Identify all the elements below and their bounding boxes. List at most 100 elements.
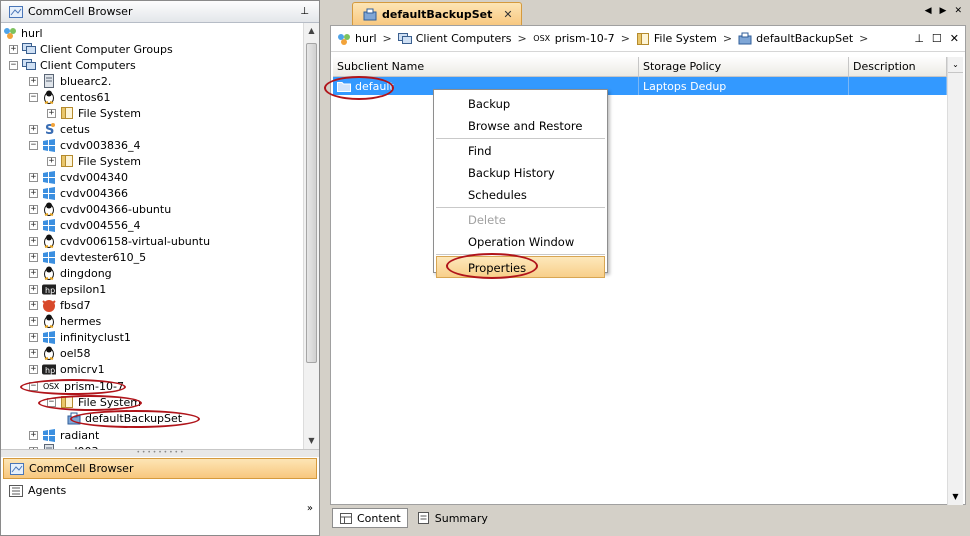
breadcrumb-item[interactable]: Client Computers: [416, 32, 512, 45]
expand-icon[interactable]: +: [47, 108, 56, 118]
tree-item[interactable]: + cvdv004340: [29, 169, 128, 185]
tree-item[interactable]: + cvdv004366-ubuntu: [29, 201, 171, 217]
menu-item-browse-and-restore[interactable]: Browse and Restore: [434, 115, 607, 137]
column-header-subclient[interactable]: Subclient Name: [333, 57, 639, 76]
tree-item[interactable]: + radiant: [29, 427, 99, 443]
menu-item-schedules[interactable]: Schedules: [434, 184, 607, 206]
expand-icon[interactable]: +: [29, 252, 38, 262]
nav-agents[interactable]: Agents: [3, 480, 317, 501]
menu-item-backup-history[interactable]: Backup History: [434, 162, 607, 184]
pin-icon[interactable]: ⊥: [300, 6, 309, 17]
chevron-down-icon[interactable]: ⌄: [948, 57, 963, 73]
tab-next-icon[interactable]: ▶: [940, 6, 947, 16]
column-header-storage-policy[interactable]: Storage Policy: [639, 57, 849, 76]
expand-icon[interactable]: +: [29, 124, 38, 134]
computer-group-icon: [22, 42, 36, 56]
expand-icon[interactable]: +: [29, 300, 38, 310]
expand-icon[interactable]: +: [29, 268, 38, 278]
pane-splitter[interactable]: • • • • • • • • •: [1, 449, 319, 457]
expand-icon[interactable]: +: [29, 430, 38, 440]
tree-item[interactable]: + File System: [47, 105, 141, 121]
linux-icon: [42, 314, 56, 328]
scroll-up-icon[interactable]: ▲: [304, 23, 319, 39]
tab-defaultbackupset[interactable]: defaultBackupSet ✕: [352, 2, 522, 26]
column-header-description[interactable]: Description: [849, 57, 947, 76]
table-scrollbar[interactable]: ⌄ ▼: [947, 57, 963, 505]
osx-icon: OSX: [43, 381, 59, 391]
table-row[interactable]: default Laptops Dedup: [333, 77, 963, 95]
tree-item[interactable]: − cvdv003836_4: [29, 137, 141, 153]
windows-icon: [42, 428, 56, 442]
expand-icon[interactable]: +: [29, 364, 38, 374]
expand-icon[interactable]: +: [29, 188, 38, 198]
expand-icon[interactable]: +: [29, 332, 38, 342]
tree-item[interactable]: + hermes: [29, 313, 101, 329]
expand-icon[interactable]: +: [29, 236, 38, 246]
tree-item[interactable]: hurl: [3, 25, 43, 41]
scroll-thumb[interactable]: [306, 43, 317, 363]
tree-item[interactable]: + File System: [47, 153, 141, 169]
breadcrumb-item[interactable]: defaultBackupSet: [756, 32, 853, 45]
nav-commcell-browser[interactable]: CommCell Browser: [3, 458, 317, 479]
tree-item[interactable]: + hp omicrv1: [29, 361, 105, 377]
tree-scrollbar[interactable]: ▲ ▼: [303, 23, 319, 449]
scroll-down-icon[interactable]: ▼: [304, 433, 319, 449]
collapse-icon[interactable]: −: [9, 60, 18, 70]
scroll-down-icon[interactable]: ▼: [948, 489, 963, 505]
close-all-icon[interactable]: ✕: [954, 6, 962, 16]
tree-item[interactable]: − Client Computers: [9, 57, 136, 73]
collapse-icon[interactable]: −: [29, 381, 38, 391]
collapse-icon[interactable]: −: [47, 397, 56, 407]
expand-icon[interactable]: +: [9, 44, 18, 54]
breadcrumb-item[interactable]: File System: [654, 32, 717, 45]
breadcrumb-item[interactable]: hurl: [355, 32, 377, 45]
close-icon[interactable]: ✕: [503, 8, 512, 21]
tree-item[interactable]: + fbsd7: [29, 297, 91, 313]
menu-item-backup[interactable]: Backup: [434, 93, 607, 115]
windows-icon: [42, 170, 56, 184]
tree-item[interactable]: − OSX prism-10-7: [29, 378, 124, 394]
expand-icon[interactable]: +: [29, 284, 38, 294]
tree-item-label: defaultBackupSet: [85, 411, 183, 425]
tree-item[interactable]: + Scetus: [29, 121, 90, 137]
tree-item[interactable]: defaultBackupSet: [67, 410, 182, 426]
expand-icon[interactable]: +: [29, 316, 38, 326]
linux-icon: [42, 346, 56, 360]
tree-item-label: Client Computer Groups: [40, 42, 173, 56]
breadcrumb-item[interactable]: prism-10-7: [555, 32, 615, 45]
tab-summary[interactable]: Summary: [410, 508, 495, 528]
tree-item[interactable]: + infinityclust1: [29, 329, 131, 345]
close-icon[interactable]: ✕: [950, 32, 959, 45]
menu-item-properties[interactable]: Properties: [436, 256, 605, 278]
tree-item[interactable]: + oel58: [29, 345, 91, 361]
tree-item[interactable]: − centos61: [29, 89, 111, 105]
expand-icon[interactable]: +: [29, 76, 38, 86]
maximize-icon[interactable]: ☐: [932, 32, 942, 45]
tree-item[interactable]: + hp epsilon1: [29, 281, 106, 297]
expand-icon[interactable]: +: [29, 348, 38, 358]
tree-item[interactable]: + bluearc2.: [29, 73, 111, 89]
filesystem-icon: [60, 154, 74, 168]
tree-item[interactable]: + Client Computer Groups: [9, 41, 173, 57]
expand-icon[interactable]: +: [29, 172, 38, 182]
tree-item[interactable]: + devtester610_5: [29, 249, 146, 265]
tree-item[interactable]: + cvdv004556_4: [29, 217, 141, 233]
tab-prev-icon[interactable]: ◀: [925, 6, 932, 16]
pin-icon[interactable]: ⊥: [914, 32, 924, 45]
collapse-icon[interactable]: −: [29, 140, 38, 150]
tree-item[interactable]: + dingdong: [29, 265, 112, 281]
commcell-icon: [337, 32, 351, 46]
chevron-down-icon[interactable]: »: [307, 503, 313, 514]
tree-item[interactable]: + cvdv004366: [29, 185, 128, 201]
tree-item[interactable]: + cvdv006158-virtual-ubuntu: [29, 233, 210, 249]
menu-item-operation-window[interactable]: Operation Window: [434, 231, 607, 253]
expand-icon[interactable]: +: [29, 204, 38, 214]
expand-icon[interactable]: +: [29, 220, 38, 230]
menu-item-find[interactable]: Find: [434, 140, 607, 162]
collapse-icon[interactable]: −: [29, 92, 38, 102]
linux-icon: [42, 202, 56, 216]
svg-text:hp: hp: [45, 366, 55, 375]
tree-item[interactable]: − File System: [47, 394, 141, 410]
expand-icon[interactable]: +: [47, 156, 56, 166]
tab-content[interactable]: Content: [332, 508, 408, 528]
